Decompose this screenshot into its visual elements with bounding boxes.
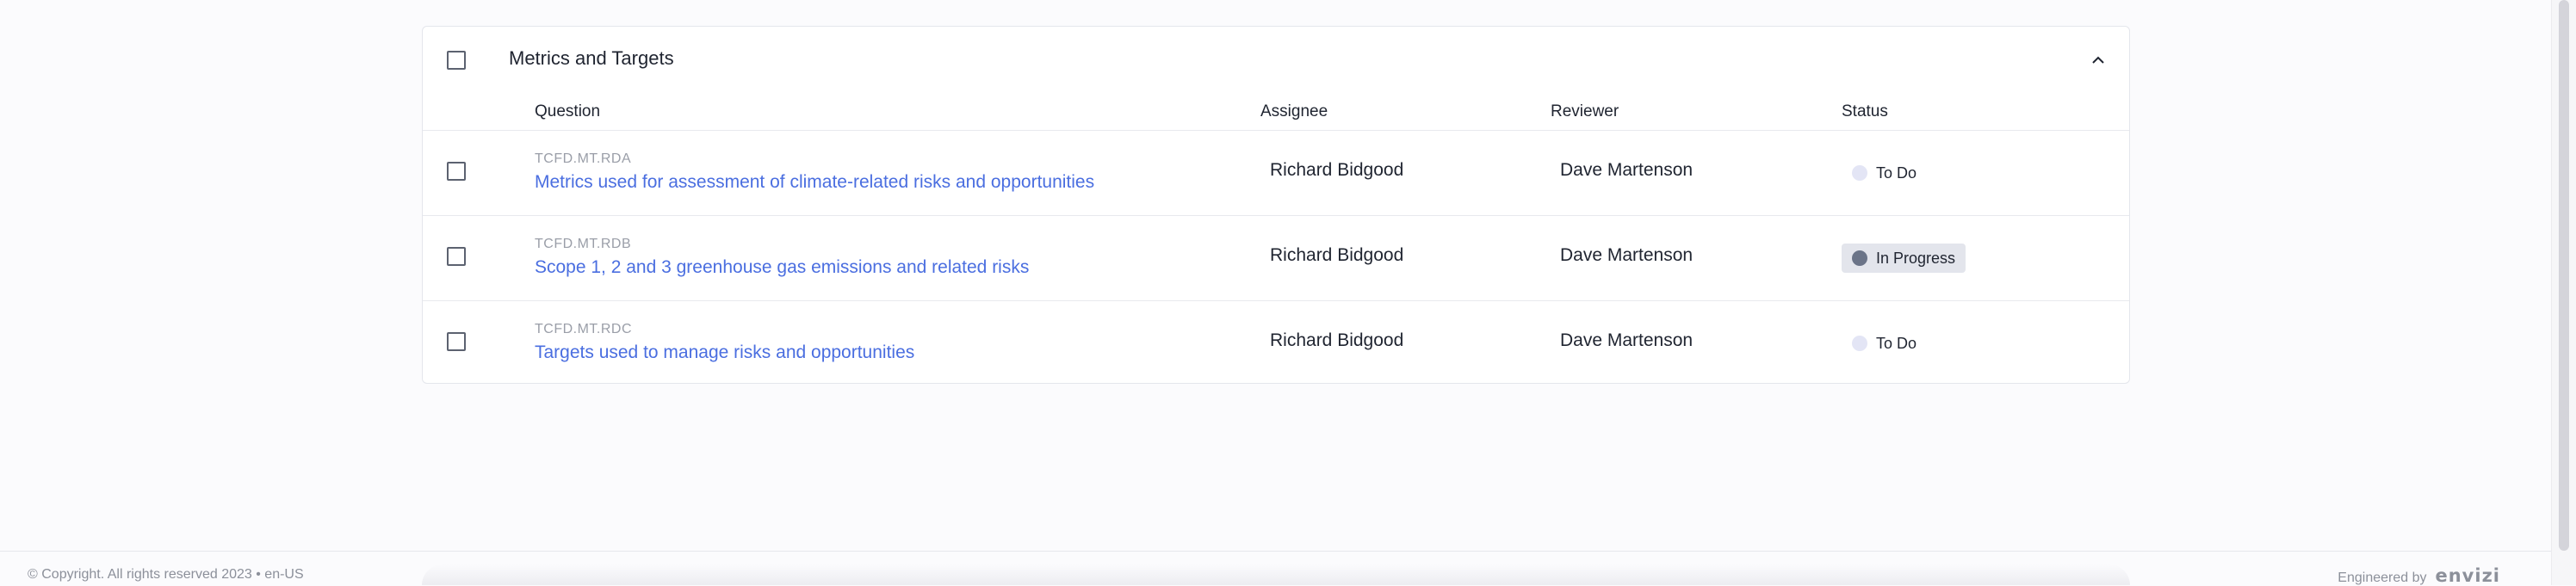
row-checkbox[interactable] xyxy=(447,332,466,351)
row-checkbox[interactable] xyxy=(447,162,466,181)
column-header-reviewer: Reviewer xyxy=(1551,102,1619,120)
scrollbar-thumb[interactable] xyxy=(2559,0,2569,551)
status-dot-icon xyxy=(1852,165,1867,181)
engineered-by-label: Engineered by xyxy=(2338,571,2427,585)
chevron-up-icon[interactable] xyxy=(2088,51,2108,68)
engineered-by: Engineered by envizi xyxy=(2338,565,2500,586)
status-badge: To Do xyxy=(1842,329,1927,358)
column-header-question: Question xyxy=(535,102,601,120)
question-code: TCFD.MT.RDC xyxy=(535,322,633,336)
reviewer-name: Dave Martenson xyxy=(1560,245,1694,265)
assignee-name: Richard Bidgood xyxy=(1270,330,1404,350)
assignee-name: Richard Bidgood xyxy=(1270,160,1404,180)
envizi-logo: envizi xyxy=(2435,565,2500,586)
status-badge: To Do xyxy=(1842,158,1927,188)
reviewer-name: Dave Martenson xyxy=(1560,160,1694,180)
row-checkbox[interactable] xyxy=(447,247,466,266)
status-label: In Progress xyxy=(1876,249,1956,267)
question-code: TCFD.MT.RDB xyxy=(535,237,632,251)
metrics-and-targets-section: Metrics and Targets Question Assignee Re… xyxy=(422,26,2130,384)
status-label: To Do xyxy=(1876,163,1917,182)
table-row: TCFD.MT.RDA Metrics used for assessment … xyxy=(423,130,2129,215)
vertical-scrollbar[interactable] xyxy=(2551,0,2576,585)
reviewer-name: Dave Martenson xyxy=(1560,330,1694,350)
column-header-status: Status xyxy=(1842,102,1888,120)
section-select-all-checkbox[interactable] xyxy=(447,51,466,70)
copyright-text: © Copyright. All rights reserved 2023 • … xyxy=(28,567,304,582)
table-row: TCFD.MT.RDB Scope 1, 2 and 3 greenhouse … xyxy=(423,215,2129,300)
status-label: To Do xyxy=(1876,334,1917,352)
column-header-assignee: Assignee xyxy=(1260,102,1328,120)
assignee-name: Richard Bidgood xyxy=(1270,245,1404,265)
question-code: TCFD.MT.RDA xyxy=(535,151,632,166)
question-link[interactable]: Metrics used for assessment of climate-r… xyxy=(535,172,1094,193)
status-badge: In Progress xyxy=(1842,244,1966,273)
question-link[interactable]: Targets used to manage risks and opportu… xyxy=(535,342,914,363)
table-row: TCFD.MT.RDC Targets used to manage risks… xyxy=(423,300,2129,386)
question-link[interactable]: Scope 1, 2 and 3 greenhouse gas emission… xyxy=(535,257,1029,278)
status-dot-icon xyxy=(1852,336,1867,351)
status-dot-icon xyxy=(1852,250,1867,266)
section-title: Metrics and Targets xyxy=(509,47,674,69)
footer-shadow xyxy=(422,564,2130,585)
